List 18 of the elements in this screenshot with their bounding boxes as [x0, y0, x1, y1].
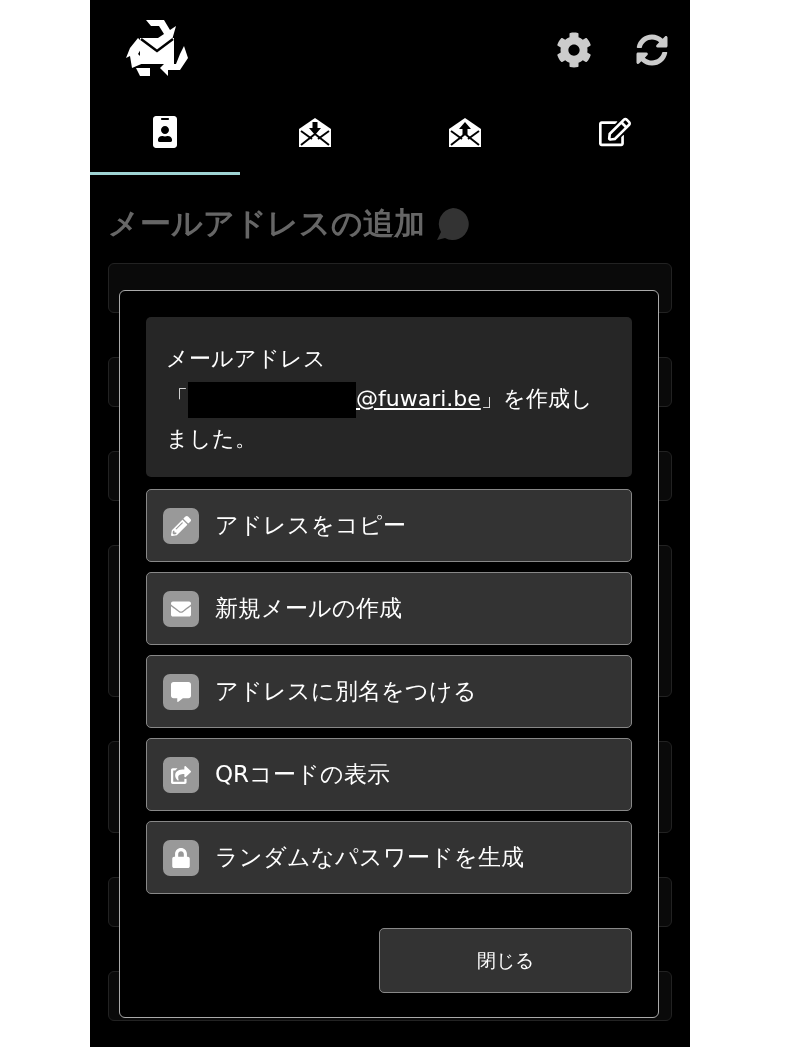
- action-button[interactable]: ランダムなパスワードを生成: [146, 821, 632, 894]
- action-button[interactable]: アドレスに別名をつける: [146, 655, 632, 728]
- close-button[interactable]: 閉じる: [379, 928, 632, 993]
- action-button[interactable]: アドレスをコピー: [146, 489, 632, 562]
- speech-bubble-icon: [171, 681, 191, 702]
- message-text: メールアドレス 「 @fuwari.be」を作成しました。: [146, 317, 632, 477]
- page-title: メールアドレスの追加: [108, 204, 425, 243]
- edit-icon: [599, 116, 631, 148]
- action-button[interactable]: QRコードの表示: [146, 738, 632, 811]
- refresh-icon[interactable]: [636, 34, 668, 66]
- email-link[interactable]: @fuwari.be: [356, 386, 481, 411]
- action-button[interactable]: 新規メールの作成: [146, 572, 632, 645]
- share-icon: [171, 764, 191, 785]
- envelope-up-arrow-icon: [448, 116, 482, 148]
- envelope-down-arrow-icon: [298, 116, 332, 148]
- pencil-icon: [171, 515, 191, 536]
- lock-icon: [171, 847, 191, 868]
- settings-icon[interactable]: [556, 32, 592, 68]
